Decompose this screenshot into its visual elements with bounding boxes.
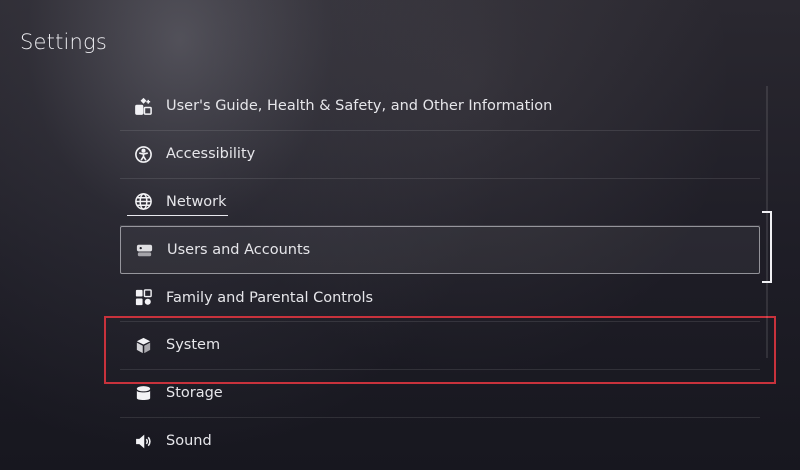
menu-item-sound[interactable]: Sound	[120, 418, 760, 466]
guide-icon	[132, 95, 154, 117]
scroll-position-bracket	[762, 211, 772, 283]
page-title: Settings	[20, 30, 108, 54]
users-icon	[133, 239, 155, 261]
menu-item-label: System	[166, 337, 221, 354]
menu-item-label: Users and Accounts	[167, 242, 311, 259]
menu-item-label: Storage	[166, 385, 223, 402]
menu-item-family-parental-controls[interactable]: Family and Parental Controls	[120, 274, 760, 322]
speaker-icon	[132, 430, 154, 452]
menu-item-network[interactable]: Network	[120, 179, 760, 227]
menu-item-storage[interactable]: Storage	[120, 370, 760, 418]
globe-icon	[132, 191, 154, 213]
menu-item-label: User's Guide, Health & Safety, and Other…	[166, 98, 553, 115]
settings-menu: User's Guide, Health & Safety, and Other…	[120, 83, 760, 465]
database-icon	[132, 382, 154, 404]
menu-item-users-guide[interactable]: User's Guide, Health & Safety, and Other…	[120, 83, 760, 131]
menu-item-label: Sound	[166, 433, 212, 450]
accessibility-icon	[132, 143, 154, 165]
settings-screen: Settings User's Guide, Health & Safety, …	[0, 0, 800, 470]
menu-item-label: Network	[166, 193, 227, 210]
menu-item-label: Family and Parental Controls	[166, 289, 374, 306]
menu-item-label: Accessibility	[166, 146, 256, 163]
menu-item-users-and-accounts[interactable]: Users and Accounts	[120, 226, 760, 275]
menu-item-accessibility[interactable]: Accessibility	[120, 131, 760, 179]
family-icon	[132, 287, 154, 309]
cube-icon	[132, 334, 154, 356]
menu-item-system[interactable]: System	[120, 322, 760, 370]
focus-underline	[127, 215, 228, 217]
